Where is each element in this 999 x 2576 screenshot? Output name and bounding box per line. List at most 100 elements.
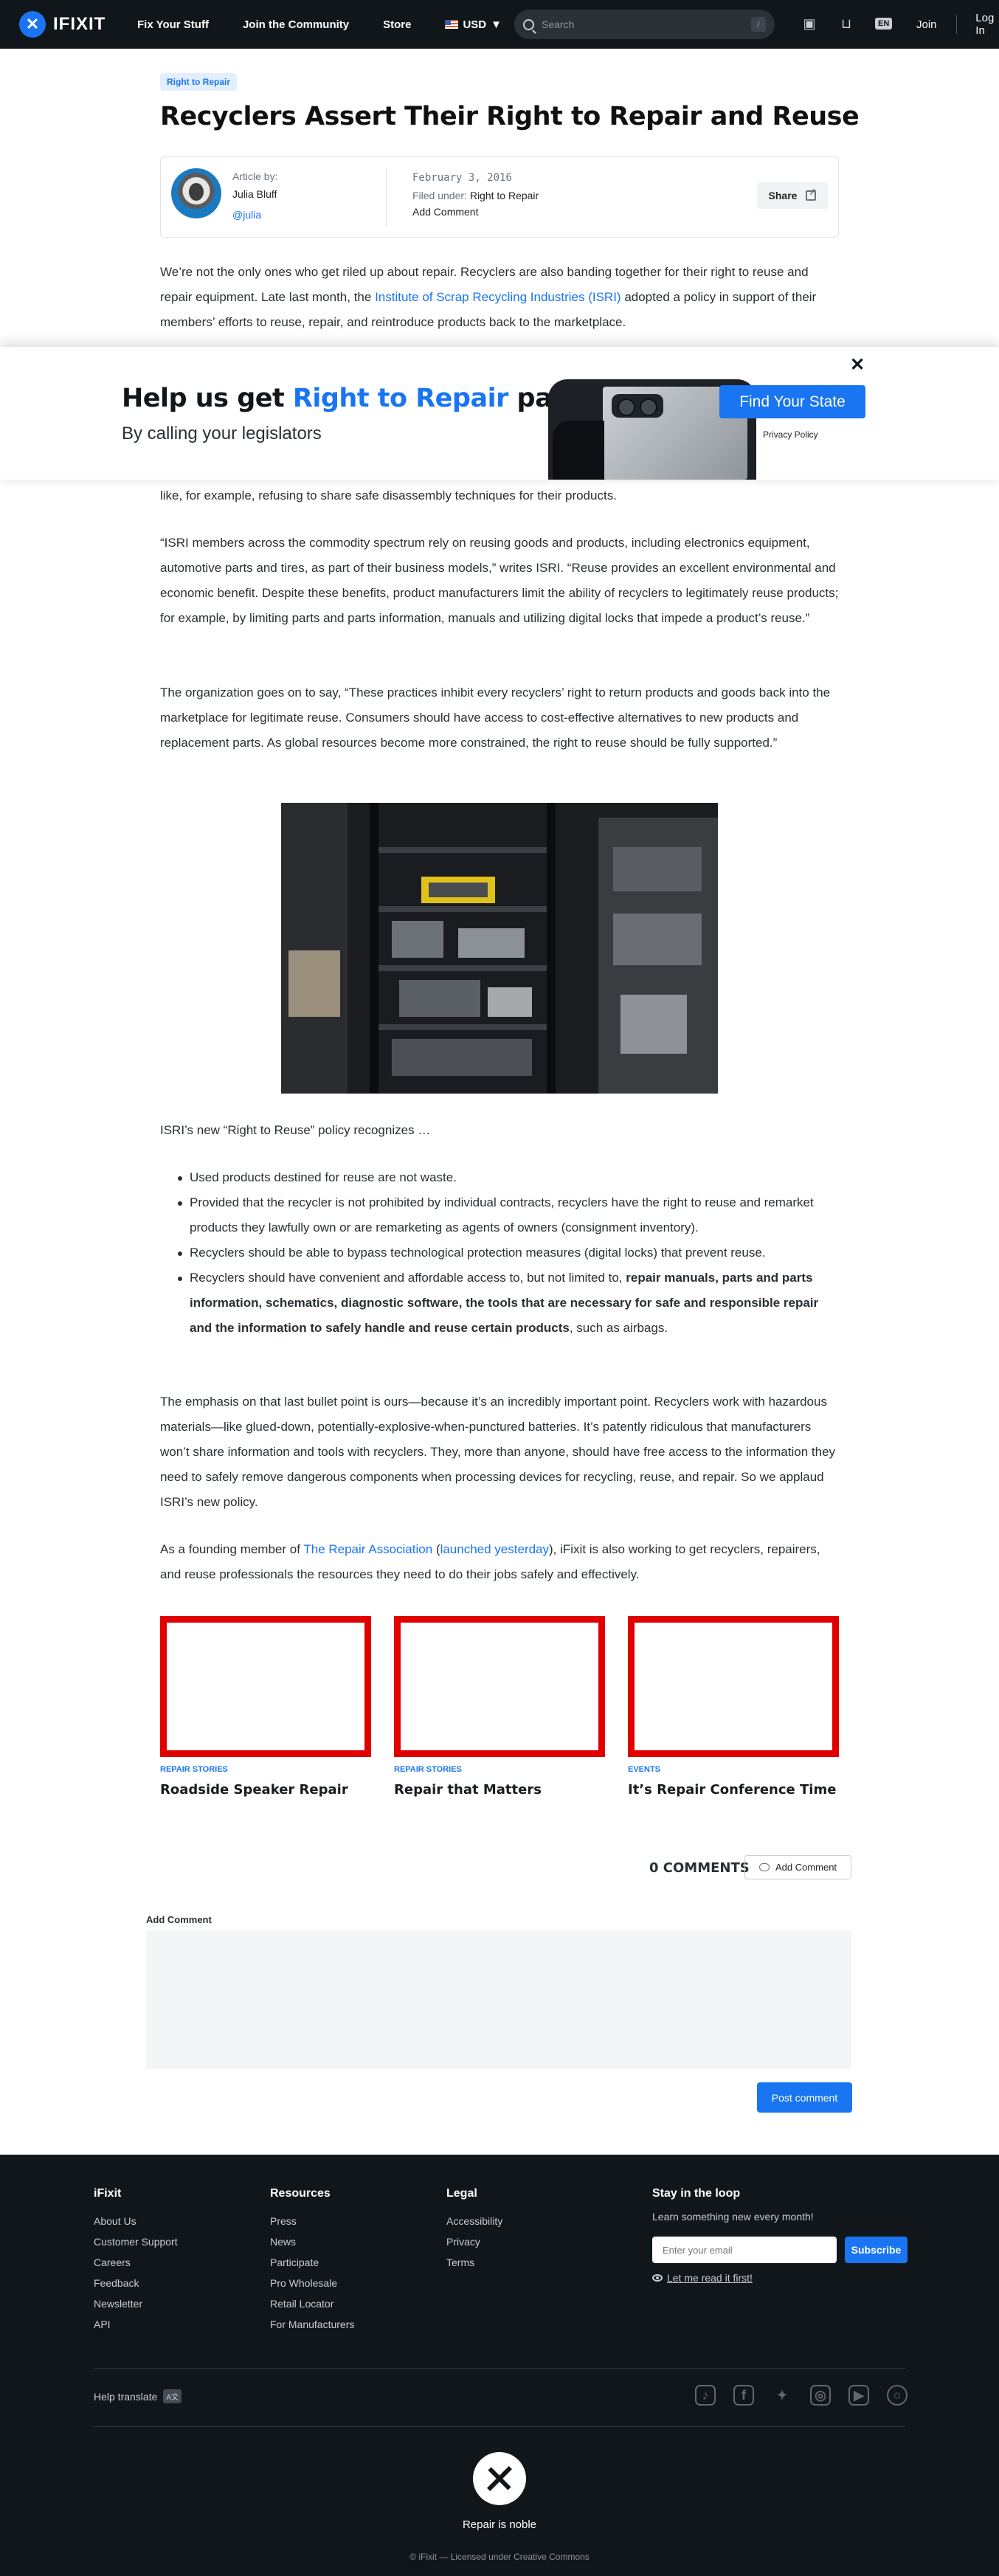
post-comment-button[interactable]: Post comment bbox=[757, 2082, 852, 2113]
copyright: © iFixit — Licensed under Creative Commo… bbox=[409, 2552, 590, 2562]
footer-link[interactable]: About Us bbox=[94, 2211, 178, 2231]
photo-illustration bbox=[281, 803, 718, 1094]
twitter-icon[interactable]: ✦ bbox=[772, 2385, 792, 2406]
paragraph-emphasis: The emphasis on that last bullet point i… bbox=[160, 1395, 836, 1509]
currency-selector[interactable]: USD ▼ bbox=[445, 18, 502, 31]
nav-join-community[interactable]: Join the Community bbox=[243, 18, 349, 31]
footer-link[interactable]: Careers bbox=[94, 2252, 178, 2273]
privacy-policy-link[interactable]: Privacy Policy bbox=[763, 429, 818, 440]
read-first-link[interactable]: Let me read it first! bbox=[652, 2272, 753, 2284]
footer-link[interactable]: Customer Support bbox=[94, 2231, 178, 2252]
search-shortcut-hint: / bbox=[751, 17, 766, 32]
add-comment-link[interactable]: Add Comment bbox=[412, 206, 478, 218]
banner-title: Help us get Right to Repair passed bbox=[122, 384, 618, 413]
repair-association-link[interactable]: The Repair Association bbox=[303, 1542, 432, 1556]
list-item: Recyclers should be able to bypass techn… bbox=[178, 1240, 839, 1265]
related-card-category[interactable]: REPAIR STORIES bbox=[394, 1765, 462, 1774]
auth-links: Join Log In bbox=[916, 0, 999, 49]
paragraph-repair-association: As a founding member of The Repair Assoc… bbox=[160, 1537, 839, 1587]
comment-textarea[interactable] bbox=[146, 1930, 851, 2069]
instagram-icon[interactable]: ◎ bbox=[810, 2385, 831, 2406]
footer-heading: Resources bbox=[270, 2187, 331, 2200]
youtube-icon[interactable]: ▶ bbox=[848, 2385, 869, 2406]
logo-text: IFIXIT bbox=[53, 14, 106, 34]
email-field[interactable] bbox=[652, 2237, 837, 2263]
share-label: Share bbox=[768, 190, 798, 201]
related-card-category[interactable]: REPAIR STORIES bbox=[160, 1765, 228, 1774]
footer-link[interactable]: Newsletter bbox=[94, 2293, 178, 2314]
author-name[interactable]: Julia Bluff bbox=[232, 188, 277, 200]
tiktok-icon[interactable]: ♪ bbox=[695, 2385, 716, 2406]
text-span: ( bbox=[432, 1542, 440, 1556]
paragraph-isri-quote: “ISRI members across the commodity spect… bbox=[160, 536, 839, 625]
related-card-title[interactable]: Roadside Speaker Repair bbox=[160, 1782, 348, 1798]
repair-org-icon[interactable]: ○ bbox=[887, 2385, 908, 2406]
footer-column-ifixit: iFixit About Us Customer Support Careers… bbox=[94, 2187, 178, 2335]
currency-label: USD bbox=[463, 18, 487, 31]
related-card-image[interactable] bbox=[160, 1616, 371, 1757]
add-comment-button[interactable]: Add Comment bbox=[744, 1855, 851, 1879]
recycling-shelf-photo bbox=[281, 803, 718, 1094]
footer-heading: iFixit bbox=[94, 2187, 122, 2200]
footer-link[interactable]: Retail Locator bbox=[270, 2293, 354, 2314]
header-icons: ▣ ⊔ EN bbox=[801, 15, 893, 32]
footer-link[interactable]: Participate bbox=[270, 2252, 354, 2273]
footer-link[interactable]: API bbox=[94, 2314, 178, 2335]
subscribe-button[interactable]: Subscribe bbox=[845, 2237, 908, 2263]
list-item: Used products destined for reuse are not… bbox=[178, 1165, 839, 1190]
footer-link[interactable]: Accessibility bbox=[446, 2211, 502, 2231]
close-icon[interactable]: ✕ bbox=[850, 354, 865, 376]
nav-store[interactable]: Store bbox=[383, 18, 411, 31]
filed-under-link[interactable]: Right to Repair bbox=[470, 190, 539, 201]
newsletter-text: Learn something new every month! bbox=[652, 2211, 814, 2223]
footer-link[interactable]: News bbox=[270, 2231, 354, 2252]
footer-link[interactable]: Terms bbox=[446, 2252, 502, 2273]
related-card-title[interactable]: It’s Repair Conference Time bbox=[628, 1782, 836, 1798]
footer-link[interactable]: Pro Wholesale bbox=[270, 2273, 354, 2293]
footer-link[interactable]: Press bbox=[270, 2211, 354, 2231]
search-bar: / bbox=[514, 10, 775, 39]
text-span: Recyclers should have convenient and aff… bbox=[190, 1271, 626, 1285]
footer-link[interactable]: Privacy bbox=[446, 2231, 502, 2252]
paragraph-intro: We’re not the only ones who get riled up… bbox=[160, 260, 839, 335]
toolbox-icon[interactable]: ▣ bbox=[801, 15, 817, 32]
related-card-title[interactable]: Repair that Matters bbox=[394, 1782, 542, 1798]
comment-bubble-icon bbox=[758, 1863, 770, 1871]
author-avatar[interactable] bbox=[171, 168, 221, 218]
site-footer: iFixit About Us Customer Support Careers… bbox=[0, 2155, 999, 2576]
divider bbox=[386, 168, 387, 227]
social-links: ♪ f ✦ ◎ ▶ ○ bbox=[695, 2385, 908, 2406]
comment-count: 0 COMMENTS bbox=[649, 1860, 750, 1876]
login-link[interactable]: Log In bbox=[975, 12, 999, 37]
us-flag-icon bbox=[445, 20, 459, 29]
language-selector[interactable]: EN bbox=[875, 18, 893, 30]
launched-yesterday-link[interactable]: launched yesterday bbox=[440, 1542, 549, 1556]
related-card-image[interactable] bbox=[394, 1616, 605, 1757]
ifixit-logo[interactable]: ✕ IFIXIT bbox=[19, 11, 106, 38]
footer-link[interactable]: For Manufacturers bbox=[270, 2314, 354, 2335]
camera-module bbox=[612, 394, 663, 418]
share-button[interactable]: Share bbox=[757, 182, 828, 209]
footer-link[interactable]: Feedback bbox=[94, 2273, 178, 2293]
footer-column-resources: Resources Press News Participate Pro Who… bbox=[270, 2187, 354, 2335]
isri-link[interactable]: Institute of Scrap Recycling Industries … bbox=[375, 290, 621, 304]
category-tag[interactable]: Right to Repair bbox=[160, 73, 237, 91]
cart-icon[interactable]: ⊔ bbox=[838, 15, 854, 32]
search-input[interactable] bbox=[542, 18, 744, 30]
related-card-category[interactable]: EVENTS bbox=[628, 1765, 660, 1774]
nav-fix-your-stuff[interactable]: Fix Your Stuff bbox=[137, 18, 209, 31]
help-translate-link[interactable]: Help translate A文 bbox=[94, 2389, 182, 2403]
facebook-icon[interactable]: f bbox=[733, 2385, 754, 2406]
help-translate-label: Help translate bbox=[94, 2390, 158, 2403]
text-span: As a founding member of bbox=[160, 1542, 304, 1556]
paragraph-policy-intro: ISRI’s new “Right to Reuse” policy recog… bbox=[160, 1123, 431, 1137]
join-link[interactable]: Join bbox=[916, 18, 937, 31]
author-handle[interactable]: @julia bbox=[232, 209, 261, 221]
add-comment-label: Add Comment bbox=[775, 1862, 837, 1873]
related-card-image[interactable] bbox=[628, 1616, 839, 1757]
phone-edge bbox=[553, 421, 604, 480]
find-your-state-button[interactable]: Find Your State bbox=[719, 385, 865, 418]
footer-motto: Repair is noble bbox=[462, 2518, 537, 2531]
text-span: , such as airbags. bbox=[569, 1321, 668, 1335]
policy-list: Used products destined for reuse are not… bbox=[178, 1165, 839, 1341]
